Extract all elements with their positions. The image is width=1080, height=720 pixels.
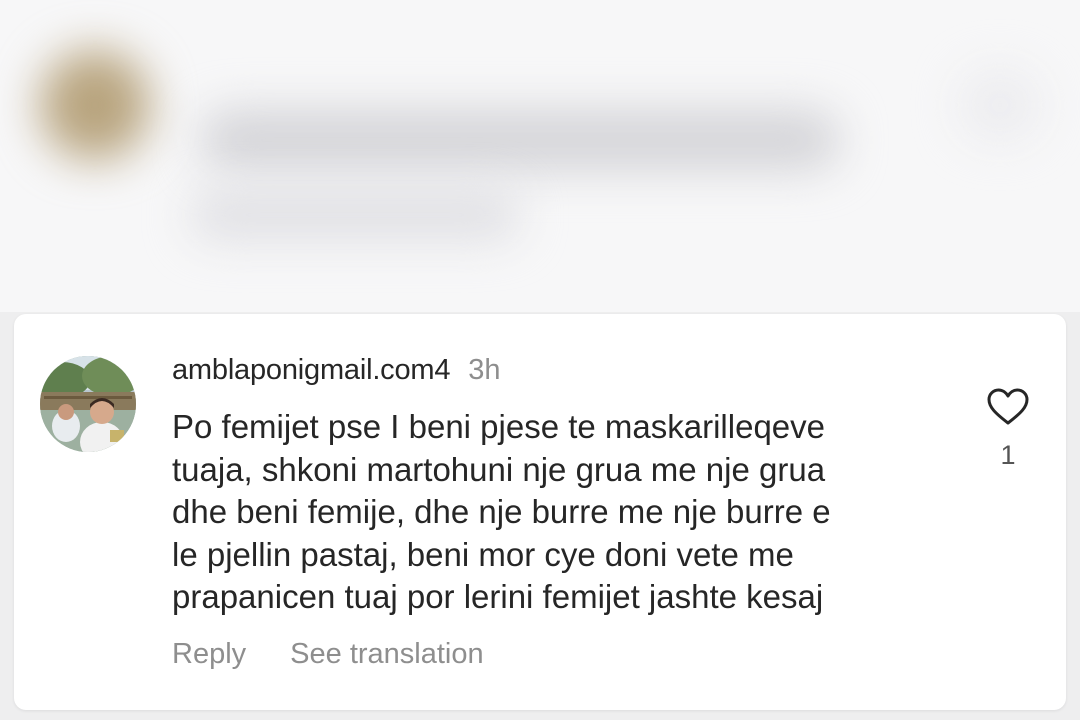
comment-text-line: dhe beni femije, dhe nje burre me nje bu… (172, 493, 831, 530)
blurred-post-header (0, 0, 1080, 312)
comment-text: Po femijet pse I beni pjese te maskarill… (172, 406, 952, 619)
like-area: 1 (982, 388, 1034, 471)
comment-actions: Reply See translation (172, 638, 484, 671)
avatar-photo (40, 356, 136, 452)
comment-text-line: prapanicen tuaj por lerini femijet jasht… (172, 578, 824, 615)
like-count: 1 (1000, 440, 1016, 470)
comment-text-line: Po femijet pse I beni pjese te maskarill… (172, 408, 826, 445)
username-link[interactable]: amblaponigmail.com4 (172, 354, 450, 387)
comment-timestamp: 3h (468, 353, 501, 386)
comment-text-line: tuaja, shkoni martohuni nje grua me nje … (172, 450, 826, 488)
comment-card: amblaponigmail.com4 3h Po femijet pse I … (14, 314, 1066, 710)
comment-text-line: le pjellin pastaj, beni mor cye doni vet… (172, 535, 794, 573)
comment-header: amblaponigmail.com4 3h (172, 352, 501, 388)
blurred-text-line (190, 190, 520, 240)
reply-button[interactable]: Reply (172, 638, 246, 671)
blurred-icon (960, 70, 1040, 140)
see-translation-button[interactable]: See translation (290, 638, 483, 671)
blurred-text-line (200, 110, 840, 170)
user-avatar[interactable] (40, 356, 136, 452)
blurred-avatar (40, 50, 150, 160)
heart-outline-icon[interactable] (987, 388, 1029, 426)
